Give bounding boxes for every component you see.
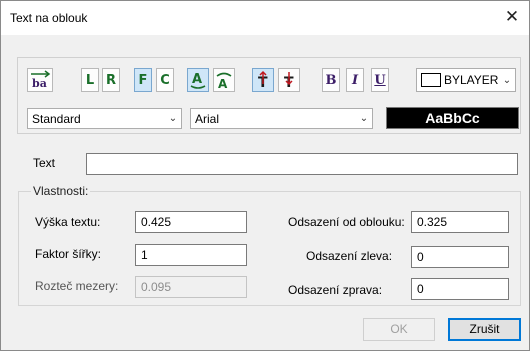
left-offset-label: Odsazení zleva: bbox=[306, 249, 393, 263]
arc-offset-input[interactable] bbox=[411, 211, 509, 233]
center-label: C bbox=[160, 72, 170, 88]
bold-button[interactable]: B bbox=[322, 68, 340, 92]
font-preview: AaBbCc bbox=[386, 107, 519, 129]
font-value: Arial bbox=[195, 111, 220, 126]
color-dropdown[interactable]: BYLAYER ⌄ bbox=[416, 68, 516, 92]
right-offset-label: Odsazení zprava: bbox=[288, 283, 383, 297]
outward-direction-icon[interactable]: T bbox=[252, 68, 274, 92]
concave-side-glyph: A bbox=[218, 77, 228, 90]
italic-label: I bbox=[351, 72, 359, 88]
right-offset-input[interactable] bbox=[411, 278, 509, 300]
text-style-value: Standard bbox=[32, 111, 81, 126]
italic-button[interactable]: I bbox=[346, 68, 364, 92]
align-left-button[interactable]: L bbox=[81, 68, 99, 92]
align-right-label: R bbox=[105, 72, 116, 88]
ok-button[interactable]: OK bbox=[363, 318, 435, 341]
text-style-dropdown[interactable]: Standard ⌄ bbox=[27, 108, 182, 129]
inward-direction-icon[interactable]: T bbox=[278, 68, 300, 92]
properties-title: Vlastnosti: bbox=[31, 184, 91, 198]
underline-label: U bbox=[374, 72, 386, 88]
concave-side-icon[interactable]: A bbox=[213, 68, 235, 92]
convex-side-glyph: A bbox=[192, 72, 202, 87]
fit-text-glyph: ba bbox=[32, 77, 47, 90]
bold-label: B bbox=[325, 72, 337, 88]
font-dropdown[interactable]: Arial ⌄ bbox=[190, 108, 373, 129]
char-spacing-input bbox=[135, 276, 247, 298]
cancel-button[interactable]: Zrušit bbox=[448, 318, 521, 341]
char-spacing-label: Rozteč mezery: bbox=[35, 279, 119, 293]
fit-label: F bbox=[138, 72, 148, 88]
chevron-down-icon: ⌄ bbox=[359, 113, 369, 124]
fit-text-icon[interactable]: ba bbox=[27, 68, 53, 92]
center-button[interactable]: C bbox=[156, 68, 174, 92]
underline-button[interactable]: U bbox=[371, 68, 389, 92]
color-swatch bbox=[421, 73, 441, 87]
chevron-down-icon: ⌄ bbox=[502, 74, 512, 86]
color-dropdown-value: BYLAYER bbox=[444, 73, 499, 87]
text-height-label: Výška textu: bbox=[35, 215, 101, 229]
align-left-label: L bbox=[85, 72, 95, 88]
arc-offset-label: Odsazení od oblouku: bbox=[288, 215, 405, 229]
text-input[interactable] bbox=[86, 153, 518, 175]
fit-button[interactable]: F bbox=[134, 68, 152, 92]
convex-side-icon[interactable]: A bbox=[187, 68, 209, 92]
align-right-button[interactable]: R bbox=[102, 68, 120, 92]
text-height-input[interactable] bbox=[135, 211, 247, 233]
left-offset-input[interactable] bbox=[411, 246, 509, 268]
text-on-arc-dialog: Text na oblouk ✕ ba L R F C A A T bbox=[0, 0, 530, 351]
chevron-down-icon: ⌄ bbox=[168, 113, 178, 124]
dialog-title: Text na oblouk bbox=[10, 11, 88, 25]
text-label: Text bbox=[33, 156, 56, 170]
title-bar: Text na oblouk ✕ bbox=[1, 1, 529, 35]
close-icon[interactable]: ✕ bbox=[495, 1, 529, 35]
width-factor-input[interactable] bbox=[135, 244, 247, 266]
width-factor-label: Faktor šířky: bbox=[35, 247, 102, 261]
